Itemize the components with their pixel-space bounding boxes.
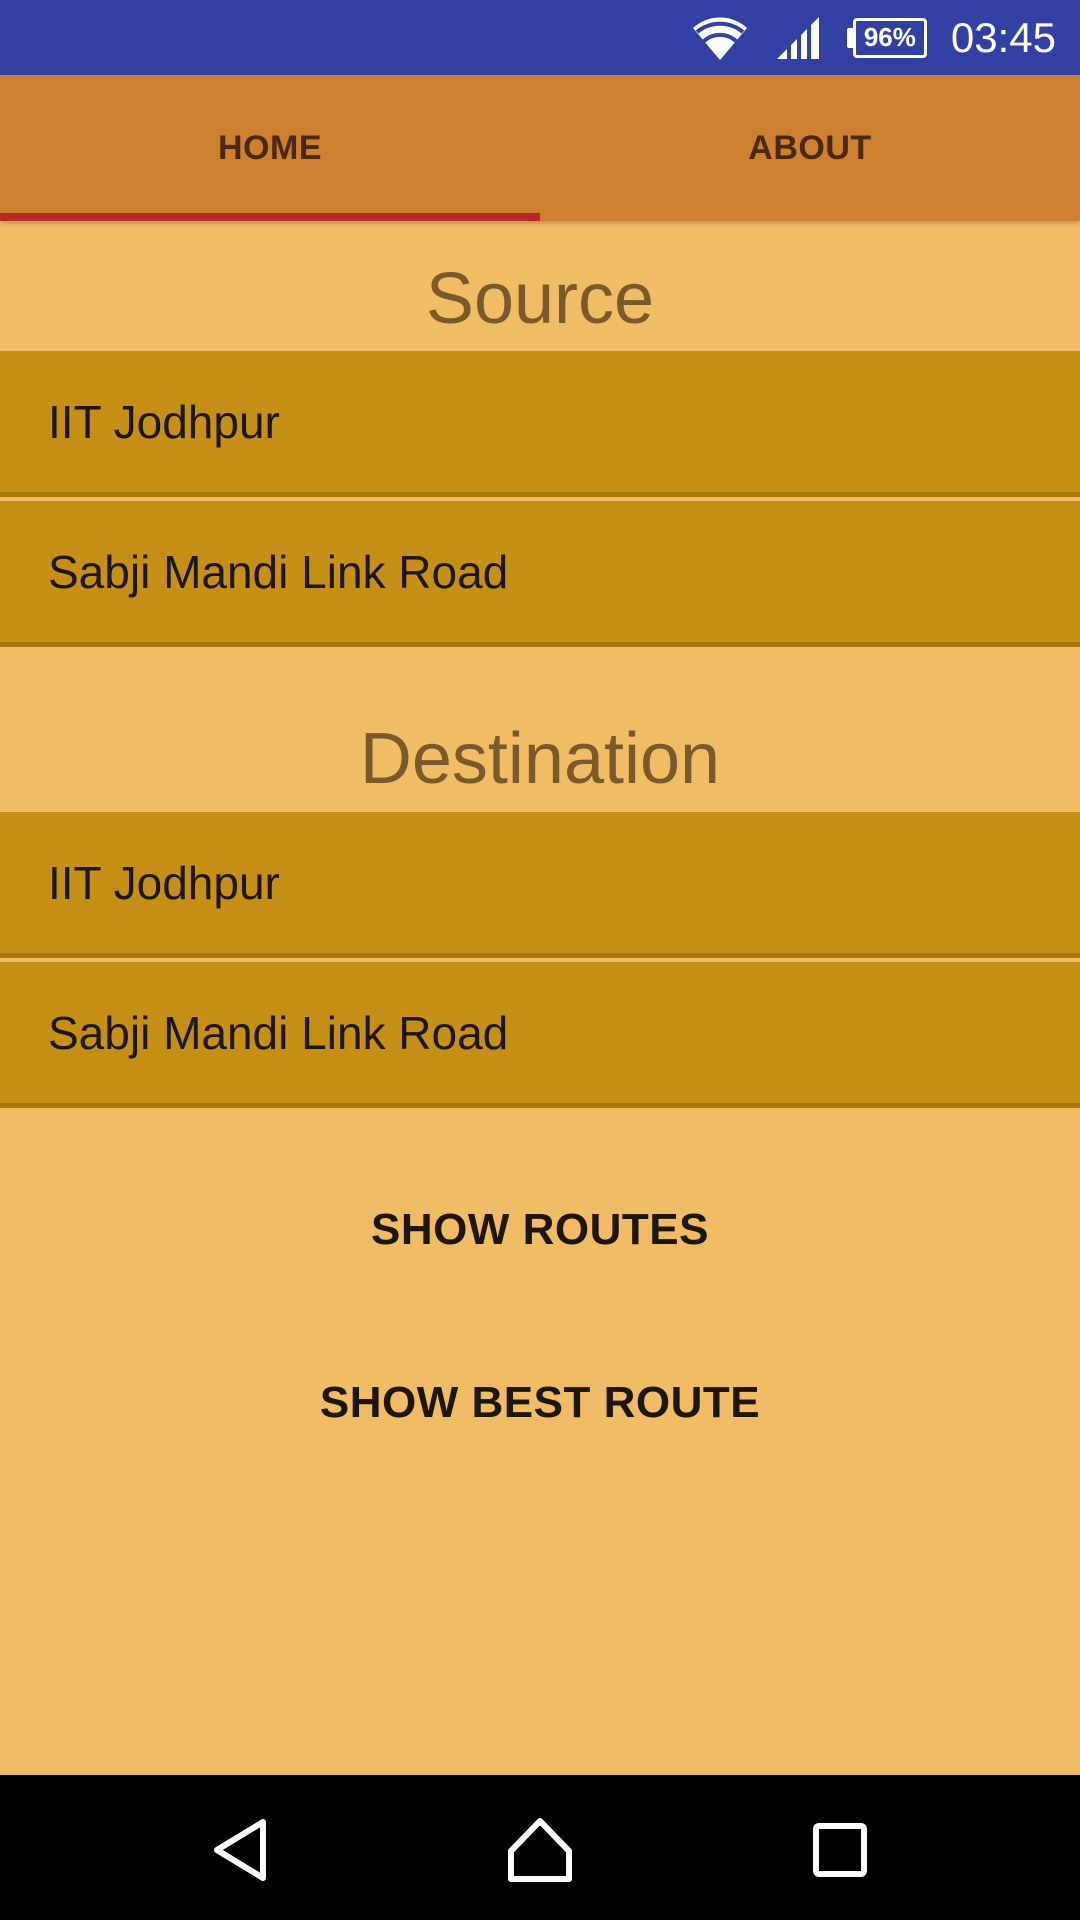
battery-icon: 96% [846, 17, 927, 58]
destination-item-iit-jodhpur[interactable]: IIT Jodhpur [0, 812, 1080, 958]
navigation-bar [0, 1775, 1080, 1920]
show-best-route-button[interactable]: SHOW BEST ROUTE [0, 1348, 1080, 1458]
tab-selected-indicator [0, 213, 540, 221]
show-routes-button[interactable]: SHOW ROUTES [0, 1175, 1080, 1285]
source-title: Source [425, 259, 655, 339]
tab-bar: HOME ABOUT [0, 75, 1080, 221]
tab-home-label: HOME [218, 128, 322, 167]
wifi-icon [691, 14, 749, 62]
recents-icon[interactable] [795, 1805, 885, 1895]
destination-title: Destination [359, 719, 721, 799]
battery-level: 96% [852, 17, 927, 58]
tab-about[interactable]: ABOUT [540, 75, 1080, 221]
source-item-sabji-mandi[interactable]: Sabji Mandi Link Road [0, 501, 1080, 647]
clock: 03:45 [950, 13, 1056, 61]
destination-item-sabji-mandi[interactable]: Sabji Mandi Link Road [0, 962, 1080, 1108]
status-bar: 96% 03:45 [0, 0, 1080, 75]
signal-icon [775, 14, 821, 61]
back-icon[interactable] [196, 1805, 286, 1895]
app-screen: 96% 03:45 HOME ABOUT Source IIT Jodhpur … [0, 0, 1080, 1920]
source-item-iit-jodhpur[interactable]: IIT Jodhpur [0, 351, 1080, 497]
tab-about-label: ABOUT [748, 128, 872, 167]
home-icon[interactable] [495, 1805, 585, 1895]
tab-home[interactable]: HOME [0, 75, 540, 221]
